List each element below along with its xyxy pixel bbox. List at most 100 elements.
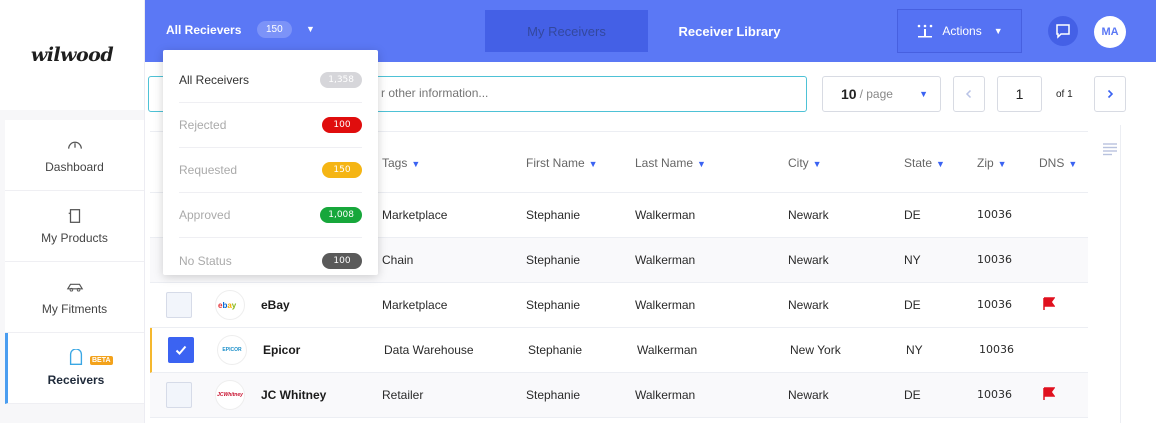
chat-icon — [1056, 24, 1070, 39]
state-cell: NY — [906, 343, 923, 357]
column-label: City — [788, 156, 809, 170]
first-name-cell: Stephanie — [528, 343, 583, 357]
state-cell: DE — [904, 388, 921, 402]
page-number-input[interactable]: 1 — [997, 76, 1042, 112]
dropdown-item-label: Approved — [179, 208, 231, 222]
zip-cell: 10036 — [979, 343, 1014, 356]
per-page-unit: / page — [859, 87, 893, 101]
actions-label: Actions — [942, 24, 982, 38]
column-last-name[interactable]: Last Name ▼ — [635, 156, 706, 170]
dropdown-item-rejected[interactable]: Rejected 100 — [179, 103, 362, 148]
column-zip[interactable]: Zip ▼ — [977, 156, 1007, 170]
table-row[interactable]: JCWhitney JC Whitney Retailer Stephanie … — [150, 373, 1088, 418]
sort-caret-icon: ▼ — [997, 159, 1007, 169]
car-icon — [66, 283, 83, 292]
count-badge: 100 — [322, 117, 362, 133]
tags-cell: Marketplace — [382, 208, 448, 222]
count-badge: 100 — [322, 252, 362, 269]
city-cell: Newark — [788, 388, 829, 402]
dropdown-item-requested[interactable]: Requested 150 — [179, 148, 362, 193]
table-row[interactable]: EPICOR Epicor Data Warehouse Stephanie W… — [150, 328, 1088, 373]
receiver-count-badge: 150 — [257, 21, 292, 38]
avatar[interactable]: MA — [1094, 16, 1126, 48]
column-state[interactable]: State ▼ — [904, 156, 945, 170]
column-label: Last Name — [635, 156, 694, 170]
row-checkbox[interactable] — [166, 382, 192, 408]
column-label: First Name — [526, 156, 585, 170]
gauge-icon — [67, 141, 82, 149]
row-checkbox[interactable] — [168, 337, 194, 363]
receiver-filter-title[interactable]: All Recievers — [166, 23, 241, 37]
svg-text:ebay: ebay — [218, 301, 237, 310]
next-page-button[interactable] — [1094, 76, 1126, 112]
column-settings-icon[interactable] — [1102, 142, 1118, 156]
zip-cell: 10036 — [977, 298, 1012, 311]
chat-button[interactable] — [1048, 16, 1078, 46]
count-badge: 150 — [322, 162, 362, 178]
chevron-right-icon — [1107, 89, 1114, 99]
receiver-tabs: My Receivers Receiver Library — [485, 10, 811, 52]
sort-caret-icon: ▼ — [812, 159, 822, 169]
column-dns[interactable]: DNS ▼ — [1039, 156, 1077, 170]
receiver-name[interactable]: Epicor — [263, 343, 300, 357]
tab-receiver-library[interactable]: Receiver Library — [648, 10, 811, 52]
table-row[interactable]: ebay eBay Marketplace Stephanie Walkerma… — [150, 283, 1088, 328]
sidebar-item-receivers[interactable]: BETA Receivers — [5, 333, 144, 404]
per-page-value: 10 — [841, 86, 857, 102]
column-first-name[interactable]: First Name ▼ — [526, 156, 598, 170]
last-name-cell: Walkerman — [635, 298, 696, 312]
dropdown-item-no-status[interactable]: No Status 100 — [179, 238, 362, 283]
receiver-name[interactable]: JC Whitney — [261, 388, 326, 402]
panel-divider — [1120, 125, 1121, 423]
epicor-logo: EPICOR — [217, 335, 247, 365]
chevron-left-icon — [965, 89, 972, 99]
state-cell: NY — [904, 253, 921, 267]
column-tags[interactable]: Tags ▼ — [382, 156, 420, 170]
tags-cell: Retailer — [382, 388, 424, 402]
column-label: Zip — [977, 156, 994, 170]
tags-cell: Data Warehouse — [384, 343, 474, 357]
first-name-cell: Stephanie — [526, 208, 581, 222]
brand-logo-area[interactable]: wilwood — [0, 0, 145, 110]
dropdown-item-label: Rejected — [179, 118, 227, 132]
chevron-down-icon[interactable]: ▼ — [306, 24, 315, 34]
state-cell: DE — [904, 208, 921, 222]
sidebar-item-label: My Products — [41, 231, 108, 245]
count-badge: 1,008 — [320, 207, 362, 223]
receiver-icon — [69, 349, 83, 365]
state-cell: DE — [904, 298, 921, 312]
sort-caret-icon: ▼ — [697, 159, 706, 169]
column-label: DNS — [1039, 156, 1065, 170]
prev-page-button[interactable] — [953, 76, 985, 112]
sidebar-item-dashboard[interactable]: Dashboard — [5, 120, 144, 191]
per-page-select[interactable]: 10 / page ▼ — [822, 76, 941, 112]
city-cell: New York — [790, 343, 841, 357]
actions-icon — [918, 24, 933, 38]
city-cell: Newark — [788, 253, 829, 267]
chevron-down-icon: ▼ — [993, 26, 1003, 36]
count-badge: 1,358 — [320, 72, 362, 88]
actions-button[interactable]: Actions ▼ — [897, 9, 1022, 53]
zip-cell: 10036 — [977, 253, 1012, 266]
dropdown-item-all-receivers[interactable]: All Receivers 1,358 — [179, 58, 362, 103]
tab-my-receivers[interactable]: My Receivers — [485, 10, 648, 52]
column-city[interactable]: City ▼ — [788, 156, 822, 170]
dropdown-item-label: All Receivers — [179, 73, 250, 87]
sidebar-item-my-products[interactable]: My Products — [5, 191, 144, 262]
receiver-name[interactable]: eBay — [261, 298, 290, 312]
sidebar-item-label: My Fitments — [41, 302, 108, 316]
sort-caret-icon: ▼ — [936, 159, 945, 169]
first-name-cell: Stephanie — [526, 253, 581, 267]
flag-icon — [1043, 297, 1055, 310]
search-input[interactable] — [381, 86, 781, 100]
sort-caret-icon: ▼ — [411, 159, 421, 169]
jcwhitney-logo: JCWhitney — [215, 380, 245, 410]
flag-icon — [1043, 387, 1055, 400]
column-label: State — [904, 156, 933, 170]
dropdown-item-approved[interactable]: Approved 1,008 — [179, 193, 362, 238]
status-filter-dropdown: All Receivers 1,358 Rejected 100 Request… — [163, 50, 378, 275]
last-name-cell: Walkerman — [635, 388, 696, 402]
brand-logo: wilwood — [30, 44, 114, 66]
row-checkbox[interactable] — [166, 292, 192, 318]
sidebar-item-my-fitments[interactable]: My Fitments — [5, 262, 144, 333]
